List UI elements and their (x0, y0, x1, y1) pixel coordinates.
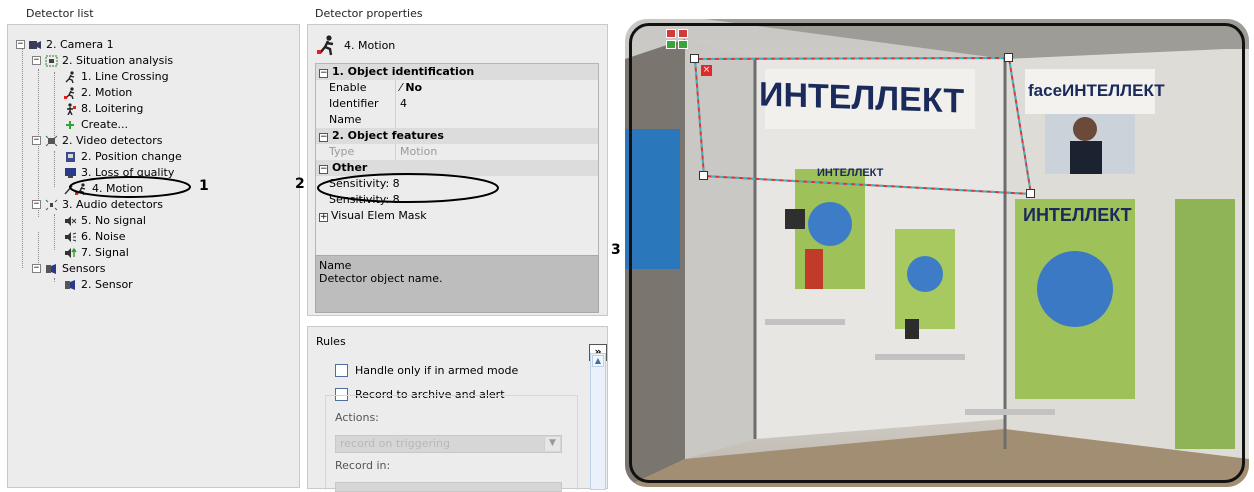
sensor-icon (45, 263, 58, 275)
audio-detector-icon (45, 199, 58, 211)
tree-signal[interactable]: 7. Signal (64, 245, 129, 260)
category-object-identification[interactable]: −1. Object identification (316, 64, 598, 80)
speaker-signal-icon (64, 247, 77, 259)
callout-1: 1 (199, 178, 209, 194)
tree-no-signal[interactable]: 5. No signal (64, 213, 146, 228)
situation-icon (45, 55, 58, 67)
actions-label: Actions: (335, 411, 379, 424)
tree-sensor[interactable]: 2. Sensor (64, 277, 133, 292)
actions-select[interactable]: record on triggering ▼ (335, 435, 562, 453)
armed-mode-label: Handle only if in armed mode (355, 364, 519, 377)
tree-position-change[interactable]: 2. Position change (64, 149, 182, 164)
selection-highlight-oval (69, 176, 191, 198)
property-grid[interactable]: −1. Object identification Enable ⁄ No Id… (315, 63, 599, 279)
properties-panel: 4. Motion −1. Object identification Enab… (307, 24, 608, 316)
rules-title: Rules (316, 335, 346, 348)
collapse-toggle[interactable]: − (32, 136, 41, 145)
record-in-select[interactable] (335, 482, 562, 492)
tree-audio-detectors[interactable]: − 3. Audio detectors (32, 197, 163, 212)
video-view[interactable]: ИНТЕЛЛЕКТ faceИНТЕЛЛЕКТ ИНТЕЛЛЕКТ ИНТЕЛЛ… (625, 19, 1249, 487)
running-man-icon (64, 70, 77, 83)
chevron-down-icon[interactable]: ▼ (544, 437, 560, 451)
property-visual-elem-mask[interactable]: + Visual Elem Mask (316, 208, 598, 224)
record-in-label: Record in: (335, 459, 391, 472)
rules-scrollbar[interactable]: ▲ (590, 353, 606, 490)
property-description: Name Detector object name. (315, 255, 599, 313)
expand-toggle[interactable]: + (319, 213, 328, 222)
video-detector-icon (45, 135, 58, 147)
detector-properties-title: Detector properties (315, 7, 423, 20)
sensitivity-highlight-oval (317, 173, 499, 203)
speaker-muted-icon (64, 215, 77, 227)
collapse-toggle[interactable]: − (32, 200, 41, 209)
armed-mode-checkbox[interactable] (335, 364, 348, 377)
property-type: Type Motion (316, 144, 598, 160)
tree-motion-situation[interactable]: 2. Motion (64, 85, 132, 100)
camera-icon (29, 39, 42, 51)
plus-icon (64, 119, 77, 131)
callout-2: 2 (295, 176, 305, 192)
tree-camera[interactable]: − 2. Camera 1 (16, 37, 114, 52)
property-name[interactable]: Name (316, 112, 598, 128)
property-enable[interactable]: Enable ⁄ No (316, 80, 598, 96)
running-man-icon (316, 34, 338, 56)
tree-create[interactable]: Create... (64, 117, 128, 132)
sensor-icon (64, 279, 77, 291)
selected-detector-header: 4. Motion (316, 34, 395, 56)
collapse-toggle[interactable]: − (16, 40, 25, 49)
detector-list-title: Detector list (26, 7, 94, 20)
property-identifier[interactable]: Identifier 4 (316, 96, 598, 112)
tree-loitering[interactable]: 8. Loitering (64, 101, 143, 116)
tree-noise[interactable]: 6. Noise (64, 229, 126, 244)
tree-video-detectors[interactable]: − 2. Video detectors (32, 133, 162, 148)
scroll-up-arrow[interactable]: ▲ (592, 355, 604, 367)
position-change-icon (64, 151, 77, 163)
tree-situation-analysis[interactable]: − 2. Situation analysis (32, 53, 173, 68)
tree-line-crossing[interactable]: 1. Line Crossing (64, 69, 169, 84)
detector-tree: − 2. Camera 1 − 2. Situation analysis 1.… (7, 24, 300, 488)
rules-panel: Rules » Handle only if in armed mode Rec… (307, 326, 608, 492)
collapse-toggle[interactable]: − (319, 69, 328, 78)
collapse-toggle[interactable]: − (319, 133, 328, 142)
video-border (629, 23, 1245, 483)
category-object-features[interactable]: −2. Object features (316, 128, 598, 144)
collapse-toggle[interactable]: − (32, 264, 41, 273)
tree-sensors[interactable]: − Sensors (32, 261, 105, 276)
speaker-noise-icon (64, 231, 77, 243)
running-man-icon (64, 86, 77, 99)
standing-man-icon (64, 102, 77, 115)
callout-3: 3 (611, 242, 621, 258)
collapse-toggle[interactable]: − (32, 56, 41, 65)
